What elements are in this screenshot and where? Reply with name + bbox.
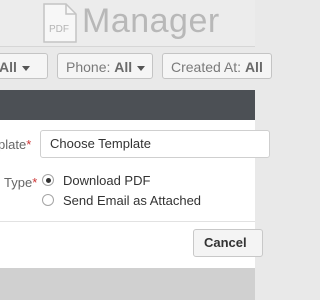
page-title: Manager bbox=[82, 2, 220, 40]
page: PDF Manager All Phone: All Created At: A… bbox=[0, 0, 272, 300]
radio-send-email-label[interactable]: Send Email as Attached bbox=[63, 193, 201, 208]
template-select[interactable]: Choose Template bbox=[40, 130, 270, 158]
filter-phone-label: Phone: bbox=[66, 59, 111, 75]
filter-button-phone[interactable]: Phone: All bbox=[57, 53, 153, 79]
page-background-below-modal bbox=[0, 268, 255, 300]
pdf-icon-label: PDF bbox=[49, 24, 69, 35]
filter-button-1[interactable]: All bbox=[0, 53, 48, 79]
filter-created-at-value: All bbox=[244, 59, 263, 75]
template-label-text: plate bbox=[0, 137, 27, 152]
type-label-text: Type bbox=[4, 175, 33, 190]
type-field-label: Type* bbox=[4, 175, 37, 190]
radio-download-pdf-label[interactable]: Download PDF bbox=[63, 173, 150, 188]
header-divider bbox=[0, 46, 255, 47]
filter-created-at-label: Created At: bbox=[171, 59, 242, 75]
chevron-down-icon bbox=[21, 65, 30, 71]
filter-button-created-at[interactable]: Created At: All bbox=[162, 53, 272, 79]
modal-header bbox=[0, 90, 255, 120]
required-mark: * bbox=[32, 175, 38, 190]
cancel-button[interactable]: Cancel bbox=[193, 229, 263, 257]
chevron-down-icon bbox=[137, 65, 146, 71]
pdf-file-icon: PDF bbox=[43, 3, 77, 43]
radio-download-pdf[interactable] bbox=[42, 174, 54, 186]
template-field-label: plate* bbox=[0, 137, 31, 152]
radio-send-email[interactable] bbox=[42, 194, 54, 206]
filter-1-value: All bbox=[0, 59, 17, 75]
modal-footer-divider bbox=[0, 221, 255, 222]
filter-phone-value: All bbox=[114, 59, 133, 75]
app-header: PDF Manager bbox=[0, 0, 255, 46]
required-mark: * bbox=[26, 137, 32, 152]
